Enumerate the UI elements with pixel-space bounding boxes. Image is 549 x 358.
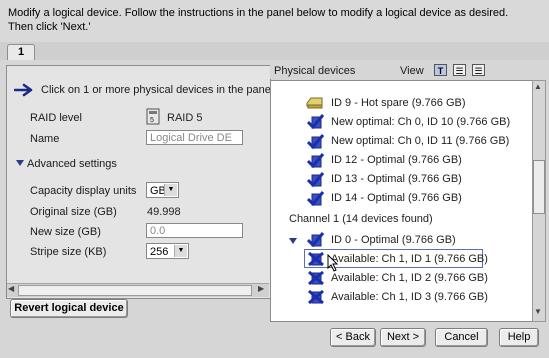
physical-devices-title: Physical devices (274, 65, 356, 77)
devices-scroll-thumb[interactable] (533, 160, 545, 214)
revert-logical-device-button[interactable]: Revert logical device (10, 299, 128, 318)
tree-row-id13[interactable]: ID 13 - Optimal (9.766 GB) (331, 169, 462, 189)
left-scroll-thumb[interactable] (18, 285, 252, 296)
view-details-icon[interactable]: ☰ (472, 64, 485, 76)
view-text-icon[interactable]: T (434, 64, 447, 76)
stripe-size-label: Stripe size (KB) (30, 246, 107, 258)
tree-row-new-optimal-id10[interactable]: New optimal: Ch 0, ID 10 (9.766 GB) (331, 112, 510, 132)
next-button[interactable]: Next > (380, 328, 426, 347)
new-size-label: New size (GB) (30, 226, 101, 238)
scroll-right-icon[interactable]: ▶ (258, 284, 264, 293)
raid-level-value: RAID 5 (167, 112, 203, 124)
drive-check-icon (307, 172, 325, 188)
settings-panel (6, 65, 271, 299)
tree-row-available-id2[interactable]: Available: Ch 1, ID 2 (9.766 GB) (331, 268, 488, 288)
tab-strip (0, 42, 549, 61)
collapse-triangle-icon[interactable] (289, 237, 297, 245)
svg-text:5: 5 (150, 117, 154, 124)
hot-spare-drive-icon (306, 97, 323, 109)
scroll-left-icon[interactable]: ◀ (8, 284, 14, 293)
tree-row-available-id1[interactable]: Available: Ch 1, ID 1 (9.766 GB) (331, 249, 488, 269)
stripe-size-value: 256 (150, 246, 169, 258)
tab-1[interactable]: 1 (7, 44, 35, 60)
scroll-down-icon[interactable]: ▼ (534, 307, 542, 316)
raid-level-label: RAID level (30, 112, 82, 124)
panel-instruction: Click on 1 or more physical devices in t… (41, 84, 274, 96)
capacity-units-select[interactable]: GB ▼ (146, 182, 179, 198)
original-size-label: Original size (GB) (30, 206, 117, 218)
stripe-size-select[interactable]: 256 ▼ (146, 243, 189, 259)
arrow-right-icon (14, 83, 33, 97)
view-list-icon[interactable]: ☰ (453, 64, 466, 76)
instruction-text: Modify a logical device. Follow the inst… (8, 7, 509, 33)
raid-5-icon: 5 (146, 108, 160, 125)
cancel-button[interactable]: Cancel (435, 328, 488, 347)
original-size-value: 49.998 (147, 206, 181, 218)
drive-check-icon (307, 134, 325, 150)
chevron-down-icon[interactable]: ▼ (174, 245, 187, 257)
advanced-settings-toggle[interactable]: Advanced settings (27, 158, 117, 170)
drive-check-icon (307, 114, 325, 130)
tree-row-available-id3[interactable]: Available: Ch 1, ID 3 (9.766 GB) (331, 287, 488, 307)
view-label: View (400, 65, 424, 77)
collapse-triangle-icon[interactable] (16, 159, 24, 167)
tree-row-id12[interactable]: ID 12 - Optimal (9.766 GB) (331, 150, 462, 170)
capacity-units-label: Capacity display units (30, 185, 137, 197)
tree-channel-1[interactable]: Channel 1 (14 devices found) (289, 209, 433, 229)
scroll-up-icon[interactable]: ▲ (534, 82, 542, 91)
back-button[interactable]: < Back (330, 328, 376, 347)
name-field[interactable]: Logical Drive DE (146, 130, 243, 145)
drive-check-icon (307, 191, 325, 207)
tree-row-hot-spare[interactable]: ID 9 - Hot spare (9.766 GB) (331, 93, 466, 113)
mouse-pointer-icon (327, 254, 339, 272)
drive-x-icon (308, 289, 324, 305)
name-label: Name (30, 133, 60, 145)
new-size-field[interactable]: 0.0 (146, 223, 243, 238)
tree-row-id0[interactable]: ID 0 - Optimal (9.766 GB) (331, 230, 456, 250)
drive-check-icon (307, 153, 325, 169)
help-button[interactable]: Help (499, 328, 539, 347)
tree-row-id14[interactable]: ID 14 - Optimal (9.766 GB) (331, 188, 462, 208)
drive-x-icon (308, 270, 324, 286)
chevron-down-icon[interactable]: ▼ (164, 184, 177, 196)
drive-x-icon (308, 251, 324, 267)
tree-row-new-optimal-id11[interactable]: New optimal: Ch 0, ID 11 (9.766 GB) (331, 131, 509, 151)
drive-check-icon (307, 232, 325, 248)
